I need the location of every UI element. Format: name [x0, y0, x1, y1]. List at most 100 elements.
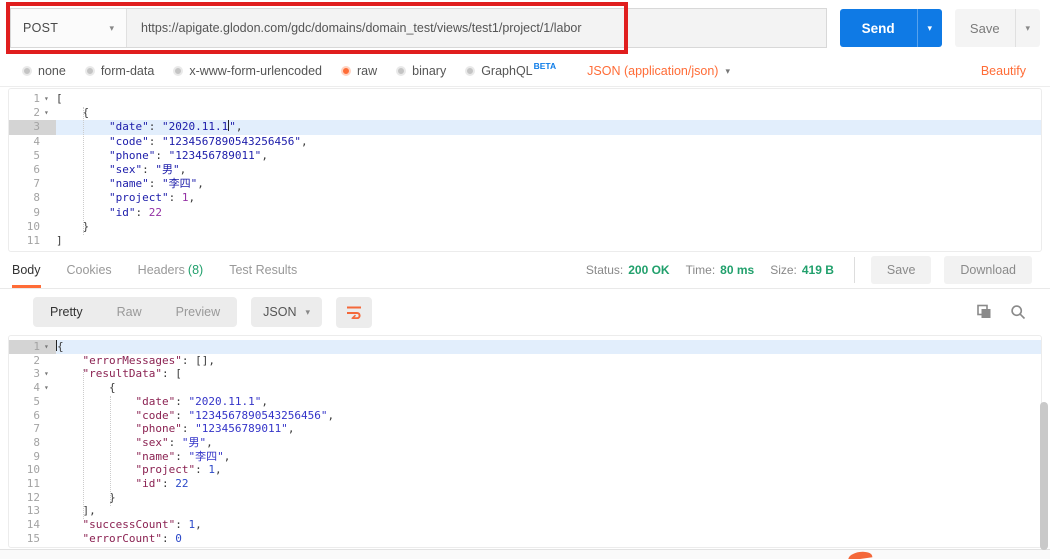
headers-count-badge: (8) [188, 263, 203, 277]
code-text: "project": 1, [56, 191, 1041, 205]
body-type-x-www-form-urlencoded[interactable]: x-www-form-urlencoded [173, 64, 322, 78]
copy-icon [976, 304, 992, 320]
body-type-form-data[interactable]: form-data [85, 64, 155, 78]
code-line[interactable]: 5 "phone": "123456789011", [9, 149, 1041, 163]
method-dropdown[interactable]: POST ▾ [11, 9, 127, 47]
response-format-dropdown[interactable]: JSON ▾ [251, 297, 322, 327]
tab-body[interactable]: Body [12, 252, 41, 288]
send-options-button[interactable]: ▾ [917, 9, 942, 47]
code-line[interactable]: 15 "errorCount": 0 [9, 532, 1041, 546]
code-line[interactable]: 4 "code": "1234567890543256456", [9, 135, 1041, 149]
word-wrap-button[interactable] [336, 297, 372, 328]
body-type-row: none form-data x-www-form-urlencoded raw… [0, 56, 1050, 87]
code-line[interactable]: 5 "date": "2020.11.1", [9, 395, 1041, 409]
line-gutter: 15 [9, 532, 56, 546]
request-body-editor[interactable]: 1▾[2▾ {3 "date": "2020.11.1",4 "code": "… [8, 88, 1042, 252]
line-number: 7 [9, 422, 44, 436]
fold-spacer [44, 504, 56, 518]
save-request-button[interactable]: Save [955, 9, 1015, 47]
code-text: "id": 22 [56, 477, 1041, 491]
content-type-dropdown[interactable]: JSON (application/json) ▾ [587, 64, 730, 78]
view-switcher: Pretty Raw Preview [33, 297, 237, 327]
code-line[interactable]: 7 "name": "李四", [9, 177, 1041, 191]
body-type-raw[interactable]: raw [341, 64, 377, 78]
download-button[interactable]: Download [944, 256, 1032, 284]
code-line[interactable]: 2▾ { [9, 106, 1041, 120]
line-number: 4 [9, 381, 44, 395]
fold-toggle-icon[interactable]: ▾ [44, 381, 56, 395]
code-line[interactable]: 14 "successCount": 1, [9, 518, 1041, 532]
beautify-link[interactable]: Beautify [981, 64, 1026, 78]
code-line[interactable]: 11] [9, 234, 1041, 248]
view-preview[interactable]: Preview [159, 297, 237, 327]
url-input[interactable] [141, 21, 812, 35]
code-text: "date": "2020.11.1", [56, 395, 1041, 409]
code-line[interactable]: 1▾[ [9, 92, 1041, 106]
toolbar-right-icons [976, 304, 1026, 320]
body-type-binary[interactable]: binary [396, 64, 446, 78]
code-text: "successCount": 1, [56, 518, 1041, 532]
body-type-none[interactable]: none [22, 64, 66, 78]
code-line[interactable]: 3 "date": "2020.11.1", [9, 120, 1041, 134]
code-line[interactable]: 6 "sex": "男", [9, 163, 1041, 177]
code-line[interactable]: 2 "errorMessages": [], [9, 354, 1041, 368]
code-line[interactable]: 9 "id": 22 [9, 206, 1041, 220]
body-type-graphql[interactable]: GraphQL BETA [465, 64, 556, 78]
response-body-viewer[interactable]: 1▾{2 "errorMessages": [],3▾ "resultData"… [8, 335, 1042, 548]
line-gutter: 1▾ [9, 340, 56, 354]
fold-toggle-icon[interactable]: ▾ [44, 367, 56, 381]
word-wrap-icon [345, 305, 363, 319]
code-line[interactable]: 10 "project": 1, [9, 463, 1041, 477]
search-button[interactable] [1010, 304, 1026, 320]
line-gutter: 4 [9, 135, 56, 149]
line-gutter: 3 [9, 120, 56, 134]
response-tabs-row: Body Cookies Headers (8) Test Results St… [0, 252, 1050, 289]
tab-test-results[interactable]: Test Results [229, 252, 297, 288]
line-number: 11 [9, 477, 44, 491]
code-line[interactable]: 6 "code": "1234567890543256456", [9, 409, 1041, 423]
line-gutter: 5 [9, 395, 56, 409]
copy-button[interactable] [976, 304, 992, 320]
line-gutter: 5 [9, 149, 56, 163]
time-indicator: Time: 80 ms [686, 263, 755, 277]
line-gutter: 6 [9, 163, 56, 177]
code-line[interactable]: 10 } [9, 220, 1041, 234]
code-line[interactable]: 12 } [9, 491, 1041, 505]
code-text: "code": "1234567890543256456", [56, 135, 1041, 149]
tab-cookies[interactable]: Cookies [67, 252, 112, 288]
fold-toggle-icon[interactable]: ▾ [44, 106, 56, 120]
tab-headers[interactable]: Headers (8) [138, 252, 204, 288]
view-raw[interactable]: Raw [100, 297, 159, 327]
save-response-button[interactable]: Save [871, 256, 932, 284]
url-composite: POST ▾ [10, 8, 827, 48]
line-gutter: 2 [9, 354, 56, 368]
line-number: 5 [9, 149, 44, 163]
view-pretty[interactable]: Pretty [33, 297, 100, 327]
chevron-down-icon: ▾ [305, 307, 310, 318]
code-text: "errorMessages": [], [56, 354, 1041, 368]
code-line[interactable]: 1▾{ [9, 340, 1041, 354]
fold-toggle-icon[interactable]: ▾ [44, 92, 56, 106]
chevron-down-icon: ▾ [725, 66, 730, 77]
line-number: 11 [9, 234, 44, 248]
send-label: Send [862, 21, 895, 36]
save-options-button[interactable]: ▾ [1015, 9, 1040, 47]
line-gutter: 11 [9, 234, 56, 248]
code-text: "code": "1234567890543256456", [56, 409, 1041, 423]
fold-toggle-icon[interactable]: ▾ [44, 340, 56, 354]
code-line[interactable]: 4▾ { [9, 381, 1041, 395]
code-line[interactable]: 13 ], [9, 504, 1041, 518]
send-button[interactable]: Send [840, 9, 917, 47]
code-line[interactable]: 8 "project": 1, [9, 191, 1041, 205]
save-button-group: Save ▾ [955, 9, 1040, 47]
code-line[interactable]: 11 "id": 22 [9, 477, 1041, 491]
response-meta-group: Status: 200 OK Time: 80 ms Size: 419 B S… [570, 256, 1032, 284]
code-line[interactable]: 8 "sex": "男", [9, 436, 1041, 450]
code-line[interactable]: 7 "phone": "123456789011", [9, 422, 1041, 436]
vertical-scrollbar[interactable] [1040, 402, 1048, 550]
code-text: "resultData": [ [56, 367, 1041, 381]
line-number: 1 [9, 92, 44, 106]
code-line[interactable]: 3▾ "resultData": [ [9, 367, 1041, 381]
code-line[interactable]: 9 "name": "李四", [9, 450, 1041, 464]
code-text: "sex": "男", [56, 436, 1041, 450]
